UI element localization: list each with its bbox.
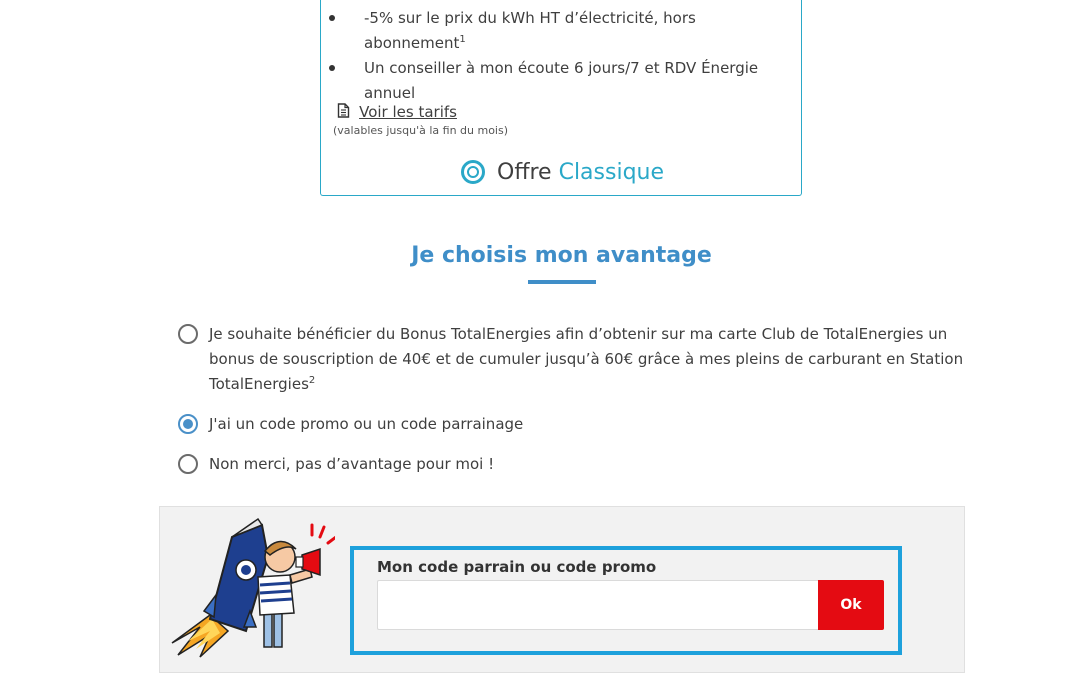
tarifs-row: Voir les tarifs: [337, 102, 457, 122]
option-label-text: Je souhaite bénéficier du Bonus TotalEne…: [209, 325, 964, 393]
benefit-item: Un conseiller à mon écoute 6 jours/7 et …: [321, 56, 784, 106]
benefit-item: -5% sur le prix du kWh HT d’électricité,…: [321, 6, 784, 56]
radio-button[interactable]: [178, 324, 198, 344]
tarifs-note: (valables jusqu'à la fin du mois): [333, 124, 509, 137]
voir-tarifs-link[interactable]: Voir les tarifs: [359, 103, 457, 121]
benefits-list: -5% sur le prix du kWh HT d’électricité,…: [321, 6, 784, 106]
promo-panel: Mon code parrain ou code promo Ok: [159, 506, 965, 673]
bullet-icon: [329, 15, 335, 21]
footnote-marker: 2: [308, 375, 316, 386]
footnote-marker: 1: [459, 34, 466, 45]
benefit-text: -5% sur le prix du kWh HT d’électricité,…: [364, 9, 696, 52]
option-label: Non merci, pas d’avantage pour moi !: [209, 455, 495, 473]
offer-title-accent: Classique: [558, 160, 665, 185]
offer-title-prefix: Offre: [497, 160, 552, 185]
promo-code-input[interactable]: [377, 580, 818, 630]
ok-button[interactable]: Ok: [818, 580, 884, 630]
offer-card: -5% sur le prix du kWh HT d’électricité,…: [320, 0, 802, 196]
title-underline: [528, 280, 596, 284]
bullet-icon: [329, 65, 335, 71]
rocket-mascot-illustration: [170, 515, 338, 664]
offer-title: Offre Classique: [497, 160, 664, 186]
benefit-text: Un conseiller à mon écoute 6 jours/7 et …: [364, 59, 759, 102]
offer-radio-icon[interactable]: [461, 160, 485, 184]
radio-button[interactable]: [178, 454, 198, 474]
document-icon: [337, 103, 350, 122]
promo-code-box: Mon code parrain ou code promo Ok: [350, 546, 902, 655]
option-label: Je souhaite bénéficier du Bonus TotalEne…: [209, 322, 969, 397]
section-title: Je choisis mon avantage: [411, 243, 712, 268]
promo-code-label: Mon code parrain ou code promo: [377, 558, 657, 576]
option-label: J'ai un code promo ou un code parrainage: [209, 415, 524, 433]
radio-button-selected[interactable]: [178, 414, 198, 434]
